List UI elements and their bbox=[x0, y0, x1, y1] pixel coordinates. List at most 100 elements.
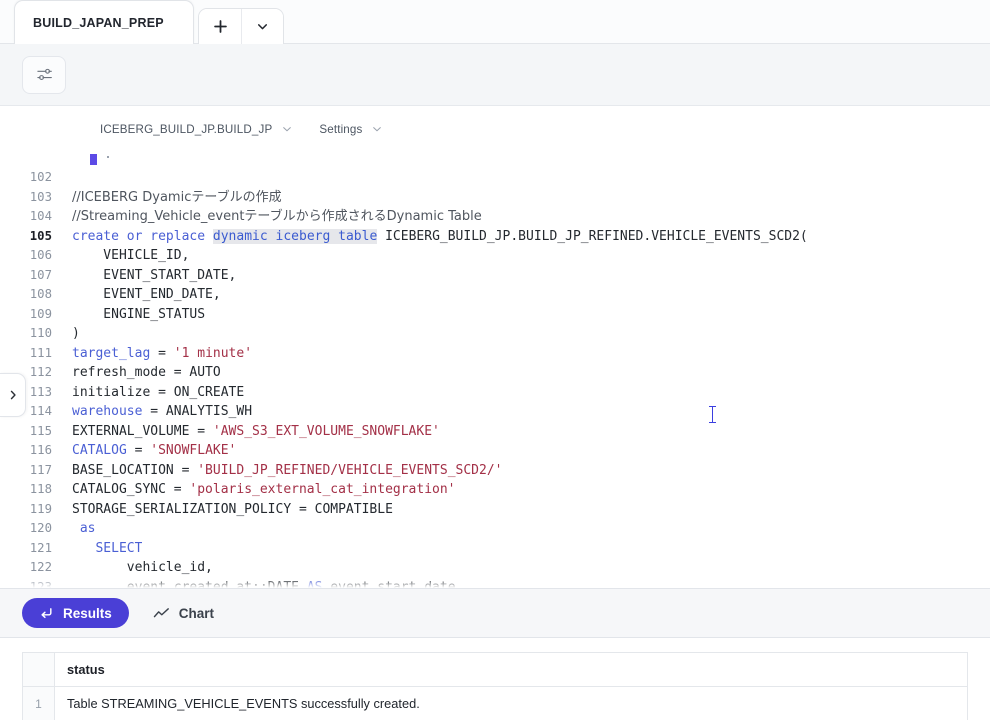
code-line: 122 vehicle_id, bbox=[0, 558, 990, 578]
line-source: SELECT bbox=[95, 540, 143, 556]
table-row[interactable]: 1 Table STREAMING_VEHICLE_EVENTS success… bbox=[22, 686, 968, 720]
line-number: 120 bbox=[29, 521, 52, 535]
chevron-down-icon bbox=[373, 127, 382, 132]
results-table: status 1 Table STREAMING_VEHICLE_EVENTS … bbox=[22, 652, 968, 720]
sql-worksheet-app: BUILD_JAPAN_PREP ICEBERG_BUILD_JP.BUILD_… bbox=[0, 0, 990, 720]
code-line: 114 warehouse = ANALYTIS_WH bbox=[0, 402, 990, 422]
worksheet-tabstrip: BUILD_JAPAN_PREP bbox=[0, 0, 990, 44]
line-source: initialize = ON_CREATE bbox=[72, 384, 245, 400]
code-line: 107 EVENT_START_DATE, bbox=[0, 266, 990, 286]
line-source: EXTERNAL_VOLUME = 'AWS_S3_EXT_VOLUME_SNO… bbox=[72, 423, 440, 439]
code-line: 103 //ICEBERG Dyamicテーブルの作成 bbox=[0, 188, 990, 208]
code-line: 109 ENGINE_STATUS bbox=[0, 305, 990, 325]
code-line: 121 SELECT bbox=[0, 539, 990, 559]
line-number: 121 bbox=[29, 540, 52, 555]
worksheet-tab-label: BUILD_JAPAN_PREP bbox=[33, 15, 164, 30]
whitespace-dot bbox=[107, 156, 109, 158]
line-source: target_lag = '1 minute' bbox=[72, 345, 253, 361]
line-source: event_created_at::DATE AS event_start_da… bbox=[72, 579, 464, 589]
text-caret bbox=[709, 406, 716, 423]
line-source: vehicle_id, bbox=[72, 560, 213, 575]
code-line: 123 event_created_at::DATE AS event_star… bbox=[0, 578, 990, 589]
code-line: 120 as bbox=[0, 519, 990, 539]
line-number: 116 bbox=[29, 443, 52, 457]
line-number: 104 bbox=[29, 209, 52, 223]
editor-settings-selector[interactable]: Settings bbox=[319, 123, 383, 136]
worksheet-menu-button[interactable] bbox=[241, 9, 283, 44]
line-source: BASE_LOCATION = 'BUILD_JP_REFINED/VEHICL… bbox=[72, 462, 503, 478]
line-number: 102 bbox=[29, 170, 52, 184]
line-number: 123 bbox=[29, 579, 52, 589]
results-tabbar: Results Chart bbox=[0, 588, 990, 639]
line-number: 111 bbox=[29, 345, 52, 360]
code-line: 117 BASE_LOCATION = 'BUILD_JP_REFINED/VE… bbox=[0, 461, 990, 481]
line-number: 118 bbox=[29, 482, 52, 496]
tab-results[interactable]: Results bbox=[22, 598, 129, 629]
editor-marker-row bbox=[0, 152, 990, 168]
line-source: STORAGE_SERIALIZATION_POLICY = COMPATIBL… bbox=[72, 501, 393, 517]
line-source: CATALOG_SYNC = 'polaris_external_cat_int… bbox=[72, 482, 456, 497]
line-number: 107 bbox=[29, 267, 52, 282]
line-source: EVENT_END_DATE, bbox=[72, 287, 221, 302]
plus-icon bbox=[213, 20, 227, 33]
code-line: 118 CATALOG_SYNC = 'polaris_external_cat… bbox=[0, 480, 990, 500]
worksheet-settings-button[interactable] bbox=[22, 55, 66, 94]
results-table-container: status 1 Table STREAMING_VEHICLE_EVENTS … bbox=[0, 638, 990, 720]
tab-chart-label: Chart bbox=[178, 605, 215, 621]
code-line: 115 EXTERNAL_VOLUME = 'AWS_S3_EXT_VOLUME… bbox=[0, 422, 990, 442]
line-number: 109 bbox=[29, 306, 52, 321]
code-lines[interactable]: 102 103 //ICEBERG Dyamicテーブルの作成 104 //St… bbox=[0, 168, 990, 588]
code-line: 111 target_lag = '1 minute' bbox=[0, 344, 990, 364]
line-source: ENGINE_STATUS bbox=[72, 306, 206, 322]
sliders-icon bbox=[36, 68, 52, 80]
database-schema-selector[interactable]: ICEBERG_BUILD_JP.BUILD_JP bbox=[100, 123, 293, 136]
editor-settings-label: Settings bbox=[319, 122, 363, 136]
line-source: //ICEBERG Dyamicテーブルの作成 bbox=[72, 189, 282, 205]
chevron-down-icon bbox=[283, 127, 292, 132]
expand-panel-button[interactable] bbox=[0, 373, 26, 417]
tab-chart[interactable]: Chart bbox=[143, 598, 224, 628]
worksheet-toolbar bbox=[0, 44, 990, 106]
code-line-active: 105 create or replace dynamic iceberg ta… bbox=[0, 227, 990, 247]
line-source: VEHICLE_ID, bbox=[72, 248, 190, 263]
line-number: 108 bbox=[29, 287, 52, 301]
chevron-down-icon bbox=[257, 24, 268, 30]
line-number: 105 bbox=[29, 228, 52, 243]
line-source: //Streaming_Vehicle_eventテーブルから作成されるDyna… bbox=[72, 209, 482, 224]
code-line: 102 bbox=[0, 168, 990, 188]
line-source: as bbox=[79, 521, 96, 536]
sql-editor[interactable]: ICEBERG_BUILD_JP.BUILD_JP Settings 102 1… bbox=[0, 106, 990, 589]
line-source: warehouse = ANALYTIS_WH bbox=[72, 404, 253, 419]
code-line: 119 STORAGE_SERIALIZATION_POLICY = COMPA… bbox=[0, 500, 990, 520]
line-number: 106 bbox=[29, 248, 52, 262]
code-line: 116 CATALOG = 'SNOWFLAKE' bbox=[0, 441, 990, 461]
column-header-status: status bbox=[54, 652, 968, 688]
table-header-row: status bbox=[22, 652, 968, 688]
cursor-marker bbox=[90, 154, 97, 165]
code-line: 112 refresh_mode = AUTO bbox=[0, 363, 990, 383]
line-number: 117 bbox=[29, 462, 52, 477]
line-number: 110 bbox=[29, 326, 52, 340]
code-line: 106 VEHICLE_ID, bbox=[0, 246, 990, 266]
line-source: ) bbox=[72, 326, 80, 341]
chevron-right-icon bbox=[10, 390, 16, 400]
line-source: CATALOG = 'SNOWFLAKE' bbox=[72, 443, 237, 458]
row-index-header bbox=[22, 652, 55, 688]
tab-results-label: Results bbox=[63, 605, 112, 621]
line-source: refresh_mode = AUTO bbox=[72, 365, 221, 380]
line-source: EVENT_START_DATE, bbox=[72, 267, 237, 283]
new-worksheet-button[interactable] bbox=[199, 9, 241, 44]
line-chart-icon bbox=[153, 607, 169, 618]
line-source: create or replace dynamic iceberg table … bbox=[72, 228, 808, 244]
line-number: 122 bbox=[29, 560, 52, 574]
tab-actions-group bbox=[198, 8, 284, 44]
line-number: 119 bbox=[29, 501, 52, 516]
code-line: 113 initialize = ON_CREATE bbox=[0, 383, 990, 403]
worksheet-tab-build-japan-prep[interactable]: BUILD_JAPAN_PREP bbox=[14, 0, 194, 44]
code-line: 108 EVENT_END_DATE, bbox=[0, 285, 990, 305]
row-index-cell: 1 bbox=[22, 686, 55, 720]
database-schema-label: ICEBERG_BUILD_JP.BUILD_JP bbox=[100, 122, 273, 136]
line-number: 115 bbox=[29, 423, 52, 438]
code-line: 104 //Streaming_Vehicle_eventテーブルから作成される… bbox=[0, 207, 990, 227]
line-number: 103 bbox=[29, 189, 52, 204]
